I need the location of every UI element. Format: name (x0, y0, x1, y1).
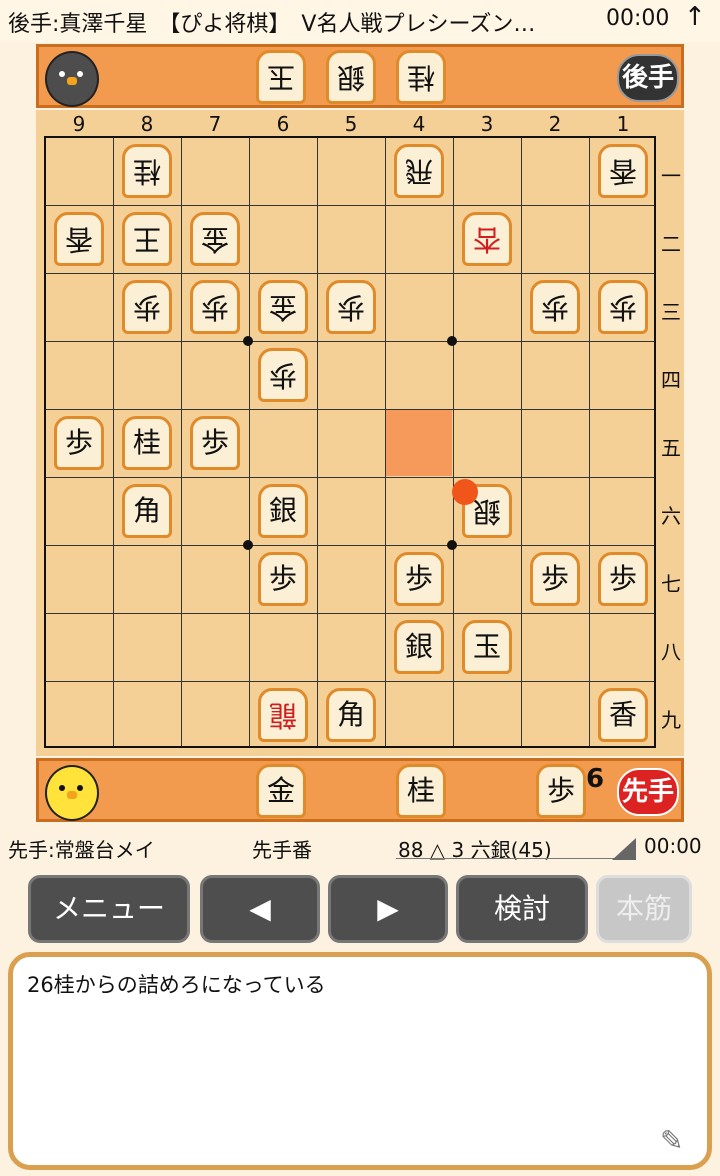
column-label: 2 (548, 112, 562, 136)
comment-text: 26桂からの詰めろになっている (27, 973, 326, 997)
menu-button[interactable]: メニュー (28, 875, 190, 943)
analyze-button[interactable]: 検討 (456, 875, 588, 943)
sente-board-piece[interactable]: 桂 (122, 416, 172, 470)
column-label: 9 (72, 112, 86, 136)
move-selector-underline (396, 858, 636, 859)
sente-board-piece[interactable]: 銀 (394, 620, 444, 674)
gote-board-piece[interactable]: 香 (598, 144, 648, 198)
sente-badge: 先手 (617, 768, 679, 816)
forward-button[interactable]: ▶ (328, 875, 448, 943)
gote-hand-piece[interactable]: 銀 (326, 50, 376, 104)
flip-board-icon[interactable]: ↑ (684, 2, 706, 32)
sente-board-piece[interactable]: 歩 (258, 552, 308, 606)
row-label: 七 (661, 572, 681, 596)
board-star-point (243, 540, 253, 550)
column-label: 3 (480, 112, 494, 136)
gote-time: 00:00 (606, 6, 670, 31)
row-label: 二 (661, 232, 681, 256)
gote-board-piece[interactable]: 歩 (530, 280, 580, 334)
gote-badge: 後手 (617, 54, 679, 102)
board-star-point (447, 540, 457, 550)
sente-player-name: 先手:常盤台メイ (8, 838, 155, 862)
edit-pencil-icon[interactable]: ✎ (660, 1124, 683, 1157)
row-label: 四 (661, 368, 681, 392)
mainline-button: 本筋 (596, 875, 692, 943)
pawn-count: 6 (586, 764, 605, 794)
gote-hand-piece[interactable]: 桂 (396, 50, 446, 104)
board-star-point (447, 336, 457, 346)
sente-board-piece[interactable]: 玉 (462, 620, 512, 674)
sente-board-piece[interactable]: 角 (122, 484, 172, 538)
board-grid-line (46, 681, 654, 682)
sente-board-piece[interactable]: 角 (326, 688, 376, 742)
sente-board-piece[interactable]: 歩 (394, 552, 444, 606)
gote-board-piece[interactable]: 金 (190, 212, 240, 266)
sente-board-piece[interactable]: 歩 (530, 552, 580, 606)
board-grid-line (46, 477, 654, 478)
gote-board-piece[interactable]: 王 (122, 212, 172, 266)
row-label: 八 (661, 640, 681, 664)
board-grid-line (181, 138, 182, 746)
board-grid-line (453, 138, 454, 746)
board-grid-line (317, 138, 318, 746)
sente-time: 00:00 (644, 834, 702, 858)
board-grid-line (521, 138, 522, 746)
back-button[interactable]: ◀ (200, 875, 320, 943)
gote-board-piece[interactable]: 桂 (122, 144, 172, 198)
board-grid-line (589, 138, 590, 746)
gote-board-piece[interactable]: 飛 (394, 144, 444, 198)
sente-board-piece[interactable]: 銀 (258, 484, 308, 538)
sente-hand-piece[interactable]: 金 (256, 764, 306, 818)
sente-board-piece[interactable]: 歩 (190, 416, 240, 470)
board-star-point (243, 336, 253, 346)
sente-hand-piece[interactable]: 歩 (536, 764, 586, 818)
board-grid-line (113, 138, 114, 746)
row-label: 九 (661, 708, 681, 732)
sente-board-piece[interactable]: 歩 (54, 416, 104, 470)
row-label: 六 (661, 504, 681, 528)
last-move-marker (452, 479, 478, 505)
comment-box[interactable]: 26桂からの詰めろになっている (8, 952, 712, 1170)
gote-board-piece[interactable]: 歩 (326, 280, 376, 334)
column-label: 5 (344, 112, 358, 136)
column-label: 4 (412, 112, 426, 136)
gote-board-piece[interactable]: 金 (258, 280, 308, 334)
game-title: 後手:真澤千星 【ぴよ将棋】 V名人戦プレシーズン… (8, 12, 536, 37)
gote-board-piece[interactable]: 香 (54, 212, 104, 266)
turn-indicator: 先手番 (252, 838, 312, 862)
board-grid-line (46, 545, 654, 546)
gote-board-piece[interactable]: 歩 (598, 280, 648, 334)
gote-board-piece[interactable]: 杏 (462, 212, 512, 266)
top-bar: 後手:真澤千星 【ぴよ将棋】 V名人戦プレシーズン… 00:00 ↑ (0, 0, 720, 42)
gote-avatar-icon (45, 51, 99, 107)
gote-board-piece[interactable]: 歩 (122, 280, 172, 334)
sente-board-piece[interactable]: 歩 (598, 552, 648, 606)
column-label: 8 (140, 112, 154, 136)
column-label: 7 (208, 112, 222, 136)
board-grid-line (249, 138, 250, 746)
board-grid-line (46, 409, 654, 410)
gote-board-piece[interactable]: 歩 (190, 280, 240, 334)
gote-board-piece[interactable]: 歩 (258, 348, 308, 402)
board-grid-line (385, 138, 386, 746)
column-label: 1 (616, 112, 630, 136)
column-label: 6 (276, 112, 290, 136)
board-grid-line (46, 341, 654, 342)
gote-board-piece[interactable]: 龍 (258, 688, 308, 742)
gote-hand-piece[interactable]: 玉 (256, 50, 306, 104)
row-label: 五 (661, 436, 681, 460)
board-grid-line (46, 205, 654, 206)
row-label: 三 (661, 300, 681, 324)
board-grid-line (46, 613, 654, 614)
sente-board-piece[interactable]: 香 (598, 688, 648, 742)
row-label: 一 (661, 164, 681, 188)
move-dropdown-icon[interactable] (612, 838, 636, 860)
sente-hand-piece[interactable]: 桂 (396, 764, 446, 818)
sente-avatar-icon (45, 765, 99, 821)
board-grid-line (46, 273, 654, 274)
